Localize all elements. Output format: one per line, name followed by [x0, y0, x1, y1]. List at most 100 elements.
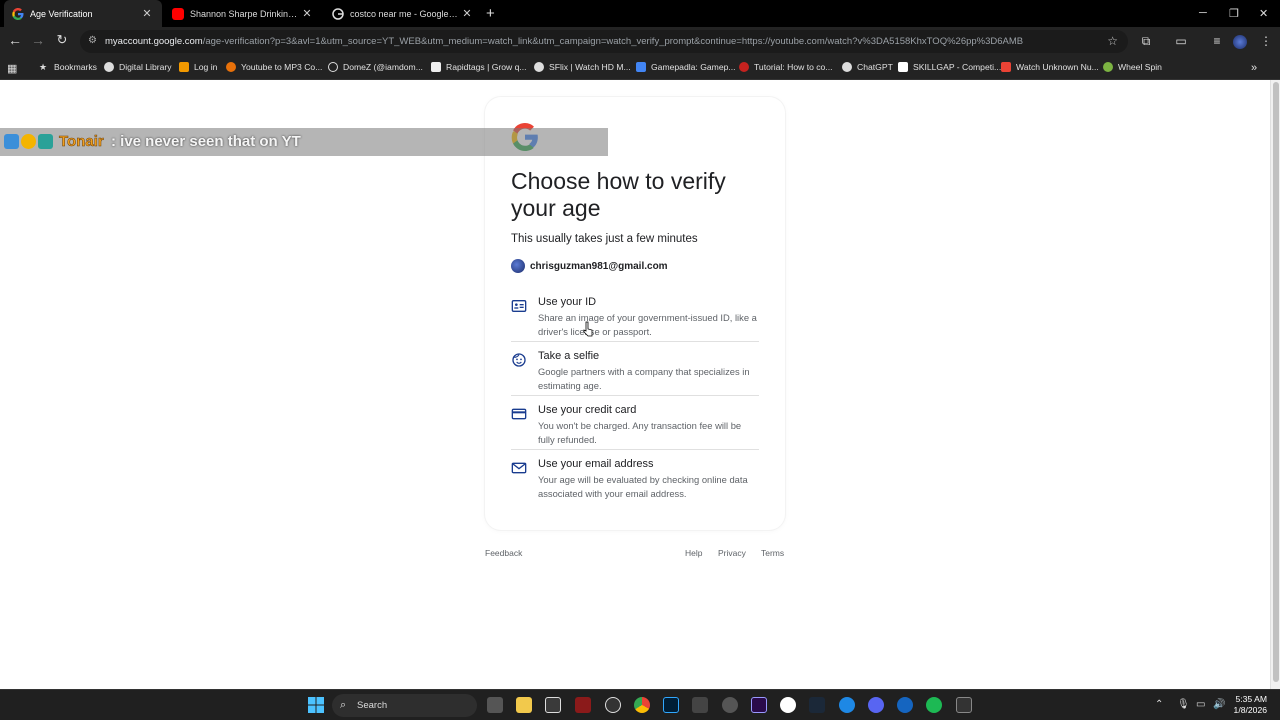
- mail-icon: [511, 460, 527, 476]
- premiere-icon[interactable]: [751, 697, 767, 713]
- bookmark-log-in[interactable]: Log in: [179, 62, 217, 72]
- forward-icon[interactable]: →: [29, 32, 47, 48]
- address-bar[interactable]: ⚙ myaccount.google.com/age-verification?…: [80, 30, 1128, 53]
- app-icon[interactable]: [897, 697, 913, 713]
- account-chip[interactable]: chrisguzman981@gmail.com: [511, 259, 668, 273]
- site-info-icon[interactable]: ⚙: [88, 35, 100, 47]
- badge-icon: [21, 134, 36, 149]
- menu-icon[interactable]: ⋮: [1259, 34, 1273, 48]
- chat-message: : ive never seen that on YT: [111, 133, 301, 150]
- windows-start-icon[interactable]: [308, 697, 324, 713]
- bookmark-rapidtags[interactable]: Rapidtags | Grow q...: [431, 62, 527, 72]
- task-view-icon[interactable]: [487, 697, 503, 713]
- bookmark-watch-unknown[interactable]: Watch Unknown Nu...: [1001, 62, 1099, 72]
- photoshop-icon[interactable]: [663, 697, 679, 713]
- tab-shannon-sharpe[interactable]: Shannon Sharpe Drinking Mou ✕: [164, 0, 322, 27]
- app-icon[interactable]: [575, 697, 591, 713]
- search-icon: ⌕: [340, 699, 347, 711]
- browser-toolbar: ← → ↻ ⚙ myaccount.google.com/age-verific…: [0, 27, 1280, 56]
- app-icon[interactable]: [839, 697, 855, 713]
- store-icon[interactable]: [545, 697, 561, 713]
- url-text[interactable]: myaccount.google.com/age-verification?p=…: [105, 36, 1095, 47]
- close-icon[interactable]: ✕: [300, 7, 314, 20]
- page-scrollbar[interactable]: [1270, 80, 1280, 689]
- mouse-cursor-icon: [583, 321, 593, 337]
- option-title: Use your email address: [538, 458, 654, 470]
- extensions-icon[interactable]: ⧉: [1139, 34, 1153, 48]
- badge-icon: [38, 134, 53, 149]
- tab-title: Shannon Sharpe Drinking Mou: [190, 8, 300, 19]
- spotify-icon[interactable]: [926, 697, 942, 713]
- volume-icon[interactable]: 🔊: [1213, 699, 1225, 710]
- tab-title: Age Verification: [30, 8, 93, 19]
- clock[interactable]: 5:35 AM 1/8/2026: [1234, 694, 1267, 716]
- option-email-address[interactable]: Use your email address Your age will be …: [511, 458, 759, 504]
- bookmark-chatgpt[interactable]: ChatGPT: [842, 62, 893, 72]
- tab-age-verification[interactable]: Age Verification ✕: [4, 0, 162, 27]
- feedback-link[interactable]: Feedback: [485, 548, 522, 558]
- bookmark-star-icon[interactable]: ☆: [1107, 34, 1118, 48]
- restore-icon[interactable]: ❐: [1229, 7, 1239, 20]
- option-use-id[interactable]: Use your ID Share an image of your gover…: [511, 296, 759, 342]
- tab-costco-search[interactable]: costco near me - Google Searc ✕: [324, 0, 482, 27]
- tray-chevron-icon[interactable]: ⌃: [1155, 699, 1163, 710]
- bookmark-sflix[interactable]: SFlix | Watch HD M...: [534, 62, 631, 72]
- option-description: You won't be charged. Any transaction fe…: [538, 420, 742, 445]
- close-icon[interactable]: ✕: [140, 7, 154, 20]
- credit-card-icon: [511, 406, 527, 422]
- bookmark-tutorial[interactable]: Tutorial: How to co...: [739, 62, 833, 72]
- reload-icon[interactable]: ↻: [53, 32, 71, 48]
- more-bookmarks-icon[interactable]: »: [1251, 62, 1257, 74]
- window-close-icon[interactable]: ✕: [1259, 7, 1268, 20]
- file-explorer-icon[interactable]: [516, 697, 532, 713]
- bookmark-digital-library[interactable]: Digital Library: [104, 62, 172, 72]
- chat-username: Tonair: [59, 133, 104, 151]
- chrome-icon[interactable]: [634, 697, 650, 713]
- app-icon[interactable]: [692, 697, 708, 713]
- option-credit-card[interactable]: Use your credit card You won't be charge…: [511, 404, 759, 450]
- bookmark-wheel-spin[interactable]: Wheel Spin: [1103, 62, 1162, 72]
- back-icon[interactable]: ←: [6, 32, 24, 48]
- profile-avatar[interactable]: [1233, 35, 1247, 49]
- option-take-selfie[interactable]: Take a selfie Google partners with a com…: [511, 350, 759, 396]
- app-icon[interactable]: [605, 697, 621, 713]
- app-icon[interactable]: [722, 697, 738, 713]
- steam-icon[interactable]: [809, 697, 825, 713]
- taskbar-search[interactable]: ⌕ Search: [332, 694, 477, 717]
- discord-icon[interactable]: [868, 697, 884, 713]
- option-title: Take a selfie: [538, 350, 600, 362]
- option-description: Google partners with a company that spec…: [538, 366, 750, 391]
- google-icon: [12, 7, 24, 20]
- new-tab-button[interactable]: +: [486, 5, 495, 22]
- bookmark-youtube-mp3[interactable]: Youtube to MP3 Co...: [226, 62, 322, 72]
- verification-card: Choose how to verify your age This usual…: [485, 97, 785, 530]
- cast-icon[interactable]: ▭: [1174, 34, 1188, 48]
- apps-icon[interactable]: ▦: [7, 62, 17, 75]
- privacy-link[interactable]: Privacy: [718, 548, 746, 558]
- bookmarks-bar: ▦ ★ Bookmarks Digital Library Log in Yout…: [0, 56, 1280, 80]
- minimize-icon[interactable]: ─: [1199, 7, 1207, 19]
- bookmark-domez[interactable]: DomeZ (@iamdom...: [328, 62, 423, 72]
- scrollbar-thumb[interactable]: [1273, 82, 1279, 682]
- account-email: chrisguzman981@gmail.com: [530, 260, 668, 272]
- bookmark-skillgap[interactable]: SKILLGAP - Competi...: [898, 62, 1001, 72]
- tab-strip: Age Verification ✕ Shannon Sharpe Drinki…: [0, 0, 1280, 27]
- bookmark-bookmarks[interactable]: ★ Bookmarks: [39, 62, 97, 72]
- help-link[interactable]: Help: [685, 548, 702, 558]
- network-icon[interactable]: ▭: [1196, 699, 1205, 710]
- clock-time: 5:35 AM: [1235, 694, 1267, 704]
- microphone-icon[interactable]: 🎙: [1177, 699, 1190, 710]
- chat-overlay: Tonair : ive never seen that on YT: [0, 128, 608, 156]
- id-card-icon: [511, 298, 527, 314]
- avatar: [511, 259, 525, 273]
- terms-link[interactable]: Terms: [761, 548, 784, 558]
- app-icon[interactable]: [956, 697, 972, 713]
- page-subtitle: This usually takes just a few minutes: [511, 233, 698, 245]
- app-icon[interactable]: [780, 697, 796, 713]
- media-icon[interactable]: ≡: [1210, 34, 1224, 48]
- page-title: Choose how to verify your age: [511, 168, 726, 221]
- bookmark-gamepadla[interactable]: Gamepadla: Gamep...: [636, 62, 736, 72]
- youtube-icon: [172, 7, 184, 20]
- badge-icon: [4, 134, 19, 149]
- close-icon[interactable]: ✕: [460, 7, 474, 20]
